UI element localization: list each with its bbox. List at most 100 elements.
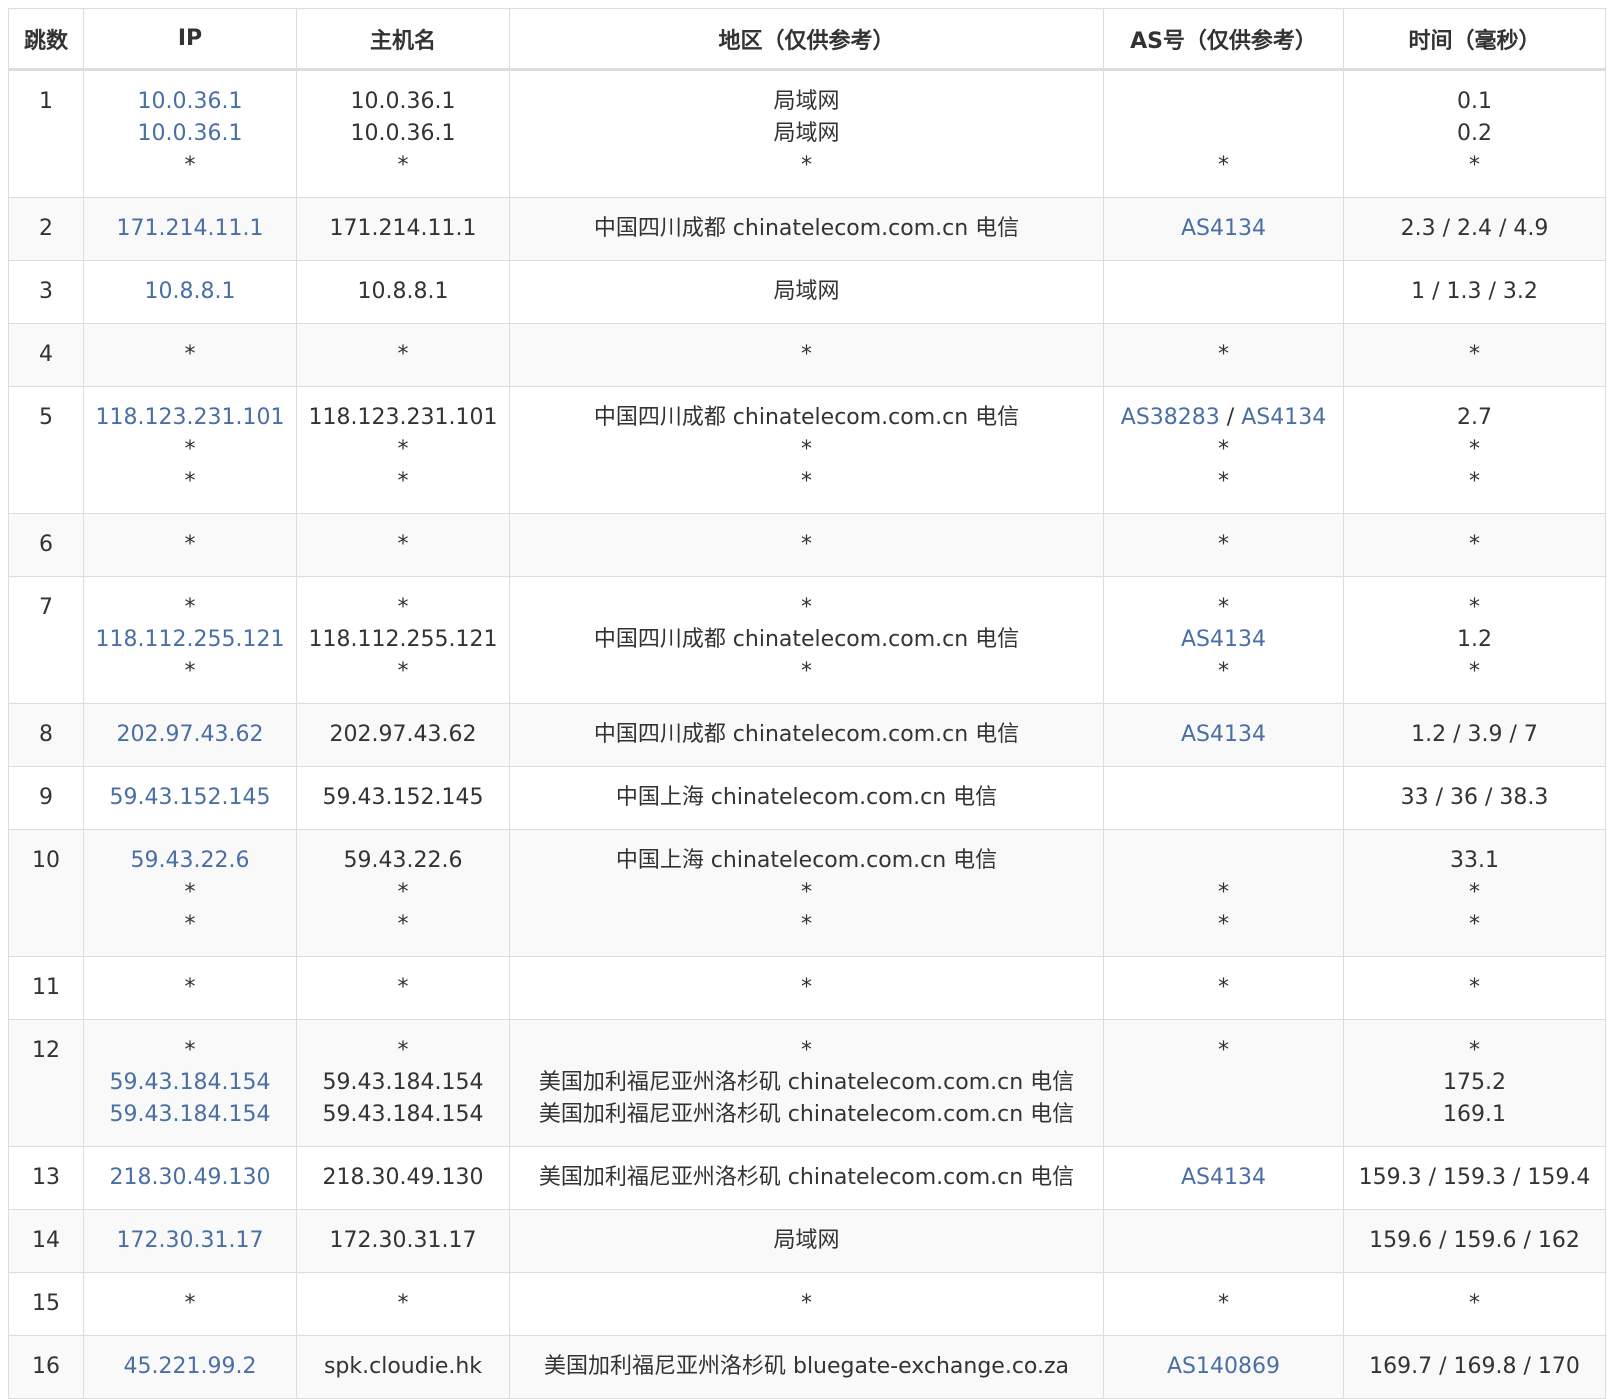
as-line: * <box>1108 529 1339 561</box>
ip-address: * <box>184 880 196 905</box>
region-cell: 局域网 <box>509 1209 1104 1273</box>
ip-address-link[interactable]: 171.214.11.1 <box>88 213 292 245</box>
hostname-cell: 118.123.231.101 * * <box>296 386 510 514</box>
hostname-cell: 10.8.8.1 <box>296 260 510 324</box>
ip-address-link[interactable]: 202.97.43.62 <box>88 719 292 751</box>
as-line: AS140869 <box>1108 1351 1339 1383</box>
hostname-cell: 171.214.11.1 <box>296 197 510 261</box>
time-value: 159.3 / 159.3 / 159.4 <box>1358 1165 1591 1190</box>
time-cell: 1.2 / 3.9 / 7 <box>1343 703 1606 767</box>
hostname: * <box>397 975 409 1000</box>
ip-address: * <box>184 659 196 684</box>
ip-cell: 202.97.43.62 <box>83 703 297 767</box>
ip-cell: 118.123.231.101 * * <box>83 386 297 514</box>
hostname: 118.112.255.121 <box>308 627 498 652</box>
ip-address-link[interactable]: 118.112.255.121 <box>88 624 292 656</box>
ip-address-link[interactable]: 218.30.49.130 <box>88 1162 292 1194</box>
region-cell: 美国加利福尼亚州洛杉矶 chinatelecom.com.cn 电信 <box>509 1146 1104 1210</box>
region-text: 美国加利福尼亚州洛杉矶 chinatelecom.com.cn 电信 <box>538 1070 1075 1095</box>
time-cell: 33 / 36 / 38.3 <box>1343 766 1606 830</box>
ip-address-link[interactable]: 118.123.231.101 <box>88 402 292 434</box>
table-row: 5 118.123.231.101 * * 118.123.231.101 * * 中国四川成… <box>8 386 1606 514</box>
ip-address-link[interactable]: 10.0.36.1 <box>88 86 292 118</box>
time-cell: 159.3 / 159.3 / 159.4 <box>1343 1146 1606 1210</box>
ip-address-link[interactable]: 59.43.184.154 <box>88 1067 292 1099</box>
as-number-link[interactable]: AS4134 <box>1241 405 1326 430</box>
hostname: 59.43.152.145 <box>322 785 484 810</box>
header-hostname: 主机名 <box>296 8 510 71</box>
ip-cell: 218.30.49.130 <box>83 1146 297 1210</box>
region-text: * <box>801 975 812 1000</box>
as-number-link[interactable]: AS38283 <box>1121 405 1220 430</box>
time-value: 33 / 36 / 38.3 <box>1400 785 1549 810</box>
ip-address-link[interactable]: 59.43.152.145 <box>88 782 292 814</box>
ip-cell: * 118.112.255.121 * <box>83 576 297 704</box>
hostname: * <box>397 532 409 557</box>
hostname: 172.30.31.17 <box>329 1228 477 1253</box>
hostname-cell: 218.30.49.130 <box>296 1146 510 1210</box>
ip-address-link[interactable]: 10.8.8.1 <box>88 276 292 308</box>
time-cell: * <box>1343 956 1606 1020</box>
as-line <box>1108 118 1339 150</box>
ip-address-link[interactable]: 59.43.184.154 <box>88 1099 292 1131</box>
region-text: 美国加利福尼亚州洛杉矶 chinatelecom.com.cn 电信 <box>538 1165 1075 1190</box>
table-row: 11 * * * * * <box>8 956 1606 1020</box>
as-number-link[interactable]: AS140869 <box>1167 1354 1280 1379</box>
as-cell: AS38283 / AS4134 * * <box>1103 386 1344 514</box>
as-cell: * <box>1103 513 1344 577</box>
ip-address-link[interactable]: 10.0.36.1 <box>88 118 292 150</box>
as-line: * <box>1108 656 1339 688</box>
ip-address: * <box>184 1038 196 1063</box>
hostname: 118.123.231.101 <box>308 405 498 430</box>
as-line: * <box>1108 972 1339 1004</box>
ip-address-link[interactable]: 59.43.22.6 <box>88 845 292 877</box>
time-value: * <box>1469 342 1480 367</box>
time-value: * <box>1469 1291 1480 1316</box>
region-cell: * <box>509 513 1104 577</box>
region-text: 美国加利福尼亚州洛杉矶 chinatelecom.com.cn 电信 <box>538 1102 1075 1127</box>
as-line <box>1108 782 1339 814</box>
time-value: 1 / 1.3 / 3.2 <box>1411 279 1538 304</box>
region-text: * <box>801 153 812 178</box>
ip-address: * <box>184 469 196 494</box>
table-row: 15 * * * * * <box>8 1272 1606 1336</box>
header-hop: 跳数 <box>8 8 84 71</box>
region-text: 中国上海 chinatelecom.com.cn 电信 <box>615 848 998 873</box>
hostname-cell: 10.0.36.1 10.0.36.1 * <box>296 69 510 198</box>
time-value: 169.1 <box>1443 1102 1506 1127</box>
ip-address-link[interactable]: 172.30.31.17 <box>88 1225 292 1257</box>
table-row: 13 218.30.49.130 218.30.49.130 美国加利福尼亚州洛杉矶 … <box>8 1146 1606 1210</box>
time-cell: 0.1 0.2 * <box>1343 69 1606 198</box>
as-number: * <box>1218 1038 1229 1063</box>
hostname: 10.0.36.1 <box>350 121 456 146</box>
hostname: 202.97.43.62 <box>329 722 477 747</box>
as-number-link[interactable]: AS4134 <box>1181 722 1266 747</box>
ip-address: * <box>184 912 196 937</box>
hop-cell: 14 <box>8 1209 84 1273</box>
region-cell: 中国上海 chinatelecom.com.cn 电信 * * <box>509 829 1104 957</box>
region-text: * <box>801 912 812 937</box>
time-cell: 2.3 / 2.4 / 4.9 <box>1343 197 1606 261</box>
as-number: * <box>1218 1291 1229 1316</box>
ip-address-link[interactable]: 45.221.99.2 <box>88 1351 292 1383</box>
as-cell: * <box>1103 69 1344 198</box>
as-line: AS38283 / AS4134 <box>1108 402 1339 434</box>
hostname: * <box>397 659 409 684</box>
as-line: * <box>1108 877 1339 909</box>
as-number-link[interactable]: AS4134 <box>1181 1165 1266 1190</box>
hostname: * <box>397 1038 409 1063</box>
time-value: * <box>1469 1038 1480 1063</box>
ip-address: * <box>184 342 196 367</box>
as-number-link[interactable]: AS4134 <box>1181 627 1266 652</box>
as-number-link[interactable]: AS4134 <box>1181 216 1266 241</box>
region-text: 局域网 <box>773 279 840 304</box>
as-cell: * * <box>1103 829 1344 957</box>
region-text: * <box>801 532 812 557</box>
hostname-cell: 59.43.152.145 <box>296 766 510 830</box>
region-text: 局域网 <box>773 89 840 114</box>
region-cell: 中国四川成都 chinatelecom.com.cn 电信 <box>509 197 1104 261</box>
table-row: 16 45.221.99.2 spk.cloudie.hk 美国加利福尼亚州洛杉矶 b… <box>8 1335 1606 1399</box>
table-row: 4 * * * * * <box>8 323 1606 387</box>
hop-number: 16 <box>32 1354 60 1379</box>
hostname: * <box>397 880 409 905</box>
